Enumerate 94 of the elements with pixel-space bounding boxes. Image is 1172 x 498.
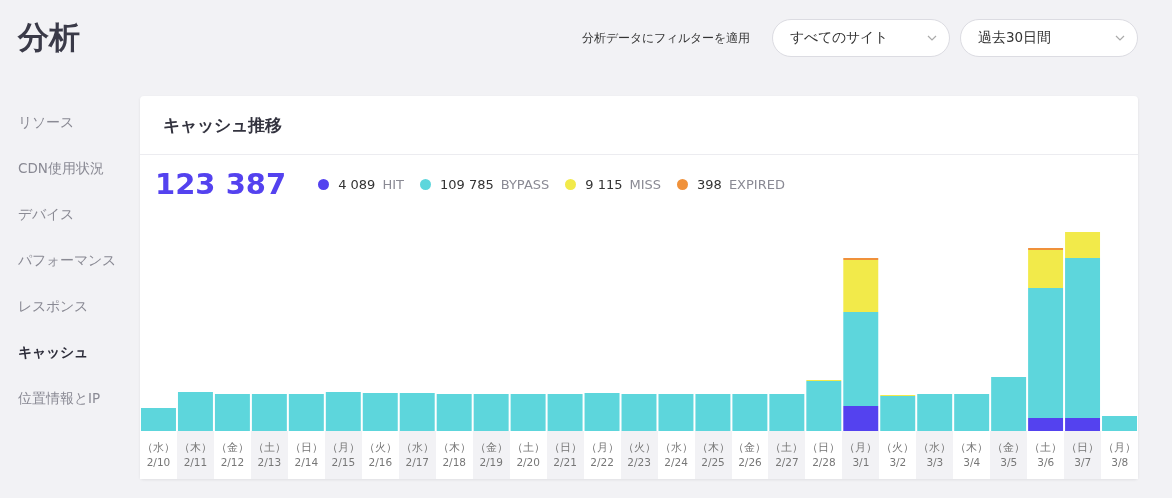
- weekday-label: （土）: [770, 440, 804, 455]
- weekday-label: （金）: [733, 440, 767, 455]
- date-label: 3/5: [1000, 455, 1018, 470]
- date-label: 2/10: [146, 455, 171, 470]
- date-label: 2/19: [479, 455, 503, 470]
- weekday-label: （土）: [1029, 440, 1063, 455]
- weekday-label: （日）: [289, 440, 323, 455]
- date-label: 2/11: [183, 455, 208, 470]
- weekday-label: （月）: [585, 440, 619, 455]
- stacked-bar: [769, 394, 805, 431]
- weekday-label: （月）: [1103, 440, 1137, 455]
- sidebar-item[interactable]: CDN使用状況: [0, 160, 140, 206]
- filter-label: 分析データにフィルターを適用: [582, 30, 750, 46]
- weekday-label: （土）: [252, 440, 286, 455]
- weekday-label: （火）: [622, 440, 656, 455]
- stacked-bar: [732, 394, 768, 431]
- sidebar-item[interactable]: リソース: [0, 114, 140, 160]
- weekday-label: （木）: [955, 440, 989, 455]
- weekday-label: （金）: [992, 440, 1026, 455]
- stacked-bar: [695, 394, 731, 431]
- date-label: 2/20: [516, 455, 540, 470]
- date-label: 2/13: [257, 455, 282, 470]
- legend-label: MISS: [629, 176, 662, 192]
- card-title: キャッシュ推移: [140, 96, 1138, 155]
- weekday-label: （日）: [807, 440, 841, 455]
- date-label: 3/7: [1074, 455, 1092, 470]
- date-label: 2/17: [405, 455, 430, 470]
- weekday-label: （水）: [659, 440, 693, 455]
- weekday-label: （木）: [696, 440, 730, 455]
- weekday-label: （金）: [215, 440, 249, 455]
- date-label: 3/3: [926, 455, 944, 470]
- stacked-bar: [251, 394, 287, 431]
- date-label: 2/24: [664, 455, 688, 470]
- stacked-bar: [436, 394, 472, 431]
- dropdown-select[interactable]: すべてのサイト: [772, 19, 950, 57]
- page-title: 分析: [18, 18, 81, 57]
- sidebar-item[interactable]: キャッシュ: [0, 344, 140, 390]
- weekday-label: （月）: [844, 440, 878, 455]
- stacked-bar: [621, 394, 657, 431]
- stacked-bar: [547, 394, 583, 431]
- date-label: 2/26: [738, 455, 762, 470]
- stacked-bar: [214, 394, 250, 431]
- weekday-label: （水）: [400, 440, 434, 455]
- date-label: 3/8: [1111, 455, 1129, 470]
- legend-label: EXPIRED: [728, 176, 785, 192]
- date-label: 2/23: [627, 455, 651, 470]
- stacked-bar: [917, 394, 953, 431]
- stacked-bar: [325, 392, 361, 431]
- legend-label: BYPASS: [500, 176, 550, 192]
- weekday-label: （土）: [511, 440, 545, 455]
- date-label: 3/6: [1037, 455, 1055, 470]
- total-count: 123 387: [155, 167, 287, 201]
- sidebar-item[interactable]: レスポンス: [0, 298, 140, 344]
- legend-label: HIT: [382, 176, 404, 192]
- date-label: 3/2: [889, 455, 907, 470]
- legend-value: 4 089: [338, 176, 376, 192]
- stacked-bar: [473, 394, 509, 431]
- stacked-bar: [399, 393, 435, 431]
- legend-value: 398: [697, 176, 722, 192]
- date-label: 3/4: [963, 455, 981, 470]
- weekday-label: （水）: [918, 440, 952, 455]
- dropdown-select[interactable]: 過去30日間: [960, 19, 1138, 57]
- date-label: 2/27: [775, 455, 799, 470]
- stacked-bar: [510, 394, 546, 431]
- stacked-bar: [584, 393, 620, 431]
- date-label: 2/25: [701, 455, 725, 470]
- date-label: 2/15: [331, 455, 356, 470]
- weekday-label: （月）: [326, 440, 360, 455]
- weekday-label: （日）: [548, 440, 582, 455]
- date-label: 2/22: [590, 455, 614, 470]
- date-label: 2/18: [442, 455, 467, 470]
- stacked-bar: [658, 394, 694, 431]
- chevron-down-icon: [1115, 35, 1125, 41]
- sidebar-item[interactable]: パフォーマンス: [0, 252, 140, 298]
- weekday-label: （金）: [474, 440, 508, 455]
- weekday-label: （日）: [1066, 440, 1100, 455]
- weekday-label: （木）: [178, 440, 212, 455]
- legend-value: 109 785: [439, 176, 494, 192]
- weekday-label: （木）: [437, 440, 471, 455]
- chevron-down-icon: [927, 35, 937, 41]
- weekday-label: （水）: [142, 440, 175, 455]
- sidebar-item[interactable]: 位置情報とIP: [0, 390, 140, 436]
- stacked-bar: [288, 394, 324, 431]
- weekday-label: （火）: [363, 440, 397, 455]
- stacked-bar: [362, 393, 398, 431]
- date-label: 2/16: [368, 455, 393, 470]
- date-label: 2/28: [812, 455, 836, 470]
- weekday-label: （火）: [881, 440, 915, 455]
- date-label: 2/21: [553, 455, 577, 470]
- legend-value: 9 115: [585, 176, 623, 192]
- sidebar-item[interactable]: デバイス: [0, 206, 140, 252]
- date-label: 2/12: [220, 455, 245, 470]
- date-label: 2/14: [294, 455, 319, 470]
- date-label: 3/1: [852, 455, 870, 470]
